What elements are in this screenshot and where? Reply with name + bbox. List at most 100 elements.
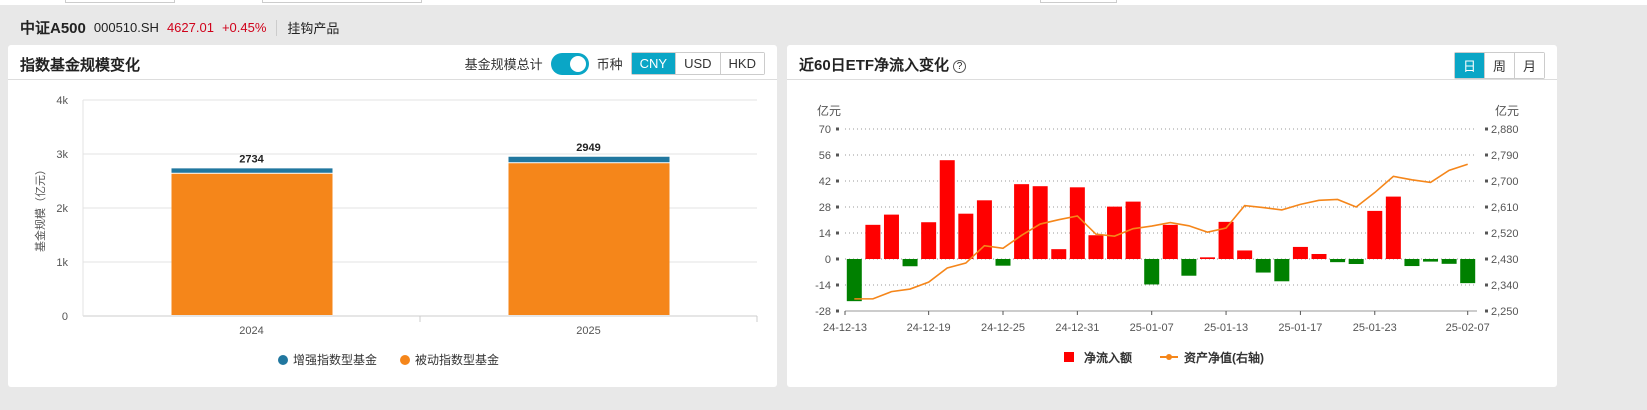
y-tick [836, 309, 839, 313]
y-tick-label: 0 [62, 311, 68, 323]
bar-passive [171, 173, 333, 315]
bar-enhanced [171, 168, 333, 173]
flow-bar [958, 213, 974, 259]
flow-bar [1088, 235, 1104, 259]
y-tick [836, 283, 839, 287]
flow-bar [1292, 246, 1308, 259]
top-strip [0, 0, 1647, 5]
x-tick-label: 2024 [239, 325, 263, 337]
bar-passive [508, 163, 670, 315]
y-tick-label: 70 [819, 124, 831, 136]
y-tick-label: -28 [815, 306, 831, 318]
index-code: 000510.SH [93, 20, 159, 35]
flow-bar [1199, 257, 1215, 259]
flow-bar [1014, 184, 1030, 259]
flow-bar [1069, 187, 1085, 259]
legend-marker-inflow [1064, 352, 1074, 362]
index-name: 中证A500 [20, 20, 86, 37]
y-tick [836, 205, 839, 209]
y-tick-label: 0 [825, 254, 831, 266]
y-tick [836, 179, 839, 183]
bar-total-label: 2949 [576, 142, 600, 154]
fund-size-panel: 指数基金规模变化 基金规模总计 币种 CNY USD HKD 0 1k 2k 3k 4k… [8, 45, 777, 387]
flow-bar [1330, 259, 1346, 263]
x-tick-label: 2025 [576, 325, 600, 337]
legend-label: 净流入额 [1084, 350, 1132, 365]
y2-tick-label: 2,700 [1491, 176, 1519, 188]
etf-flow-panel: 近60日ETF净流入变化? 日 周 月 亿元 亿元 -28 2,250 -14 2,340… [787, 45, 1557, 387]
y-tick-label: 3k [56, 149, 68, 161]
top-input[interactable] [1040, 0, 1117, 3]
y2-tick [1485, 153, 1488, 157]
y2-tick-label: 2,250 [1491, 306, 1519, 318]
y-tick [836, 231, 839, 235]
legend-label: 资产净值(右轴) [1184, 350, 1264, 365]
y2-tick-label: 2,520 [1491, 228, 1519, 240]
y-tick-label: 2k [56, 203, 68, 215]
flow-bar [1404, 259, 1420, 267]
y2-tick [1485, 179, 1488, 183]
flow-bar [1367, 210, 1383, 259]
y2-tick [1485, 309, 1488, 313]
y-tick-label: -14 [815, 280, 831, 292]
x-tick-label: 24-12-25 [981, 322, 1025, 334]
y2-tick [1485, 127, 1488, 131]
fund-size-chart: 0 1k 2k 3k 4k 基金规模（亿元） 2734 2024 2949 2025 增强指数型基金… [33, 95, 758, 367]
y-tick [836, 153, 839, 157]
flow-bar [1162, 224, 1178, 259]
y2-tick [1485, 257, 1488, 261]
y-tick [836, 257, 839, 261]
bar-enhanced [508, 156, 670, 163]
y2-tick-label: 2,340 [1491, 280, 1519, 292]
flow-bar [1107, 206, 1123, 259]
y-axis-unit: 亿元 [817, 103, 841, 118]
flow-bar [1441, 259, 1457, 264]
y2-tick-label: 2,790 [1491, 150, 1519, 162]
y2-tick [1485, 205, 1488, 209]
legend-label: 增强指数型基金 [293, 352, 377, 367]
top-input[interactable] [65, 0, 175, 3]
top-input[interactable] [262, 0, 422, 3]
flow-bar [846, 259, 862, 302]
y2-tick-label: 2,880 [1491, 124, 1519, 136]
flow-bar [939, 160, 955, 259]
flow-bar [1237, 250, 1253, 259]
flow-bar [902, 259, 918, 267]
y-tick-label: 56 [819, 150, 831, 162]
y2-tick-label: 2,430 [1491, 254, 1519, 266]
y-tick-label: 42 [819, 176, 831, 188]
x-tick-label: 24-12-19 [907, 322, 951, 334]
y-tick-label: 1k [56, 257, 68, 269]
divider [276, 19, 278, 36]
y-tick-label: 28 [819, 202, 831, 214]
y-tick-label: 4k [56, 95, 68, 107]
flow-bar [865, 224, 881, 259]
flow-bar [1274, 259, 1290, 282]
x-tick-label: 25-02-07 [1446, 322, 1490, 334]
x-tick-label: 24-12-31 [1055, 322, 1099, 334]
flow-bar [1423, 259, 1439, 262]
y-tick [836, 127, 839, 131]
y-tick-label: 14 [819, 228, 831, 240]
y-axis-label: 基金规模（亿元） [33, 164, 47, 252]
flow-bar [1255, 259, 1271, 273]
flow-bar [921, 222, 937, 259]
legend-marker [278, 355, 288, 365]
legend-label: 被动指数型基金 [415, 352, 499, 367]
y2-tick [1485, 231, 1488, 235]
etf-flow-chart: 亿元 亿元 -28 2,250 -14 2,340 0 2,430 14 2,520 28 2,610… [815, 103, 1519, 365]
bar-total-label: 2734 [239, 153, 264, 165]
index-header: 中证A500 000510.SH 4627.01 +0.45% 挂钩产品 [20, 17, 339, 38]
x-tick-label: 25-01-13 [1204, 322, 1248, 334]
flow-bar [1348, 259, 1364, 265]
flow-bar [1181, 259, 1197, 276]
flow-bar [1144, 259, 1160, 285]
flow-bar [1311, 253, 1327, 259]
index-price: 4627.01 [166, 20, 214, 35]
linked-products-link[interactable]: 挂钩产品 [287, 18, 339, 37]
y2-tick-label: 2,610 [1491, 202, 1519, 214]
flow-bar [1051, 249, 1067, 259]
x-tick-label: 25-01-17 [1278, 322, 1322, 334]
flow-bar [883, 214, 899, 259]
flow-bar [1385, 196, 1401, 259]
